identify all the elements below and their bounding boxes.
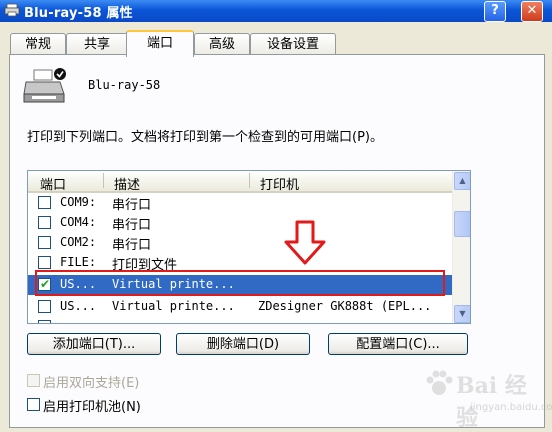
watermark-text: Bai 经验 [456, 373, 527, 431]
paw-icon [426, 370, 453, 395]
scroll-up-icon[interactable]: ▲ [454, 172, 470, 190]
list-item-partial[interactable] [28, 317, 452, 323]
watermark: Bai 经验 jingyan.baidu.com [420, 364, 552, 431]
column-divider[interactable] [103, 173, 104, 188]
window-title: Blu-ray-58 属性 [24, 6, 133, 21]
port-description: 串行口 [112, 238, 152, 253]
port-checkbox[interactable] [38, 300, 51, 313]
bidirectional-checkbox [27, 374, 40, 387]
list-header: 端口 描述 打印机 [28, 171, 452, 193]
printer-icon [23, 68, 66, 103]
column-description[interactable]: 描述 [114, 174, 140, 193]
port-list[interactable]: 端口 描述 打印机 COM9: 串行口 COM4: 串行口 COM2: 串行口 … [27, 170, 471, 324]
close-button[interactable]: ✕ [521, 1, 543, 22]
port-checkbox[interactable] [38, 256, 51, 269]
port-instruction: 打印到下列端口。文档将打印到第一个检查到的可用端口(P)。 [27, 130, 383, 145]
tab-device-settings[interactable]: 设备设置 [250, 33, 336, 55]
port-name: COM2: [60, 235, 97, 249]
tab-general[interactable]: 常规 [10, 33, 66, 55]
port-printer: ZDesigner GK888t (EPL... [258, 299, 432, 313]
port-description: 串行口 [112, 198, 152, 213]
port-name: FILE: [60, 255, 97, 269]
printer-pool-checkbox[interactable] [27, 398, 40, 411]
tab-sharing[interactable]: 共享 [66, 33, 128, 55]
list-item[interactable]: COM9: 串行口 [28, 193, 452, 213]
delete-port-button[interactable]: 删除端口(D) [176, 333, 310, 355]
add-port-button[interactable]: 添加端口(T)... [27, 333, 161, 355]
port-description: 串行口 [112, 218, 152, 233]
highlight-box [35, 270, 445, 296]
port-checkbox[interactable] [38, 236, 51, 249]
watermark-url: jingyan.baidu.com [470, 402, 552, 413]
column-printer[interactable]: 打印机 [260, 174, 299, 193]
printer-name: Blu-ray-58 [88, 78, 161, 92]
tab-ports[interactable]: 端口 [126, 30, 194, 57]
list-item[interactable]: COM4: 串行口 [28, 213, 452, 233]
port-name: COM9: [60, 195, 97, 209]
tab-advanced[interactable]: 高级 [194, 33, 250, 55]
list-item[interactable]: COM2: 串行口 [28, 233, 452, 253]
title-bar: Blu-ray-58 属性 ? ✕ [0, 0, 552, 22]
port-description: Virtual printe... [112, 299, 235, 313]
column-divider[interactable] [249, 173, 250, 188]
list-item[interactable]: US... Virtual printe... ZDesigner GK888t… [28, 297, 452, 317]
down-arrow-icon [284, 220, 326, 265]
printer-small-icon [4, 3, 20, 17]
help-button[interactable]: ? [484, 1, 506, 22]
scroll-down-icon[interactable]: ▼ [454, 305, 470, 323]
port-checkbox[interactable] [38, 320, 51, 323]
port-name: US... [60, 299, 97, 313]
printer-pool-label[interactable]: 启用打印机池(N) [43, 396, 141, 415]
list-scrollbar[interactable]: ▲ ▼ [452, 171, 470, 323]
port-checkbox[interactable] [38, 196, 51, 209]
configure-port-button[interactable]: 配置端口(C)... [328, 333, 468, 355]
scroll-thumb[interactable] [454, 211, 470, 237]
port-name: COM4: [60, 215, 97, 229]
port-checkbox[interactable] [38, 216, 51, 229]
column-port[interactable]: 端口 [40, 174, 66, 193]
bidirectional-label: 启用双向支持(E) [43, 376, 140, 391]
